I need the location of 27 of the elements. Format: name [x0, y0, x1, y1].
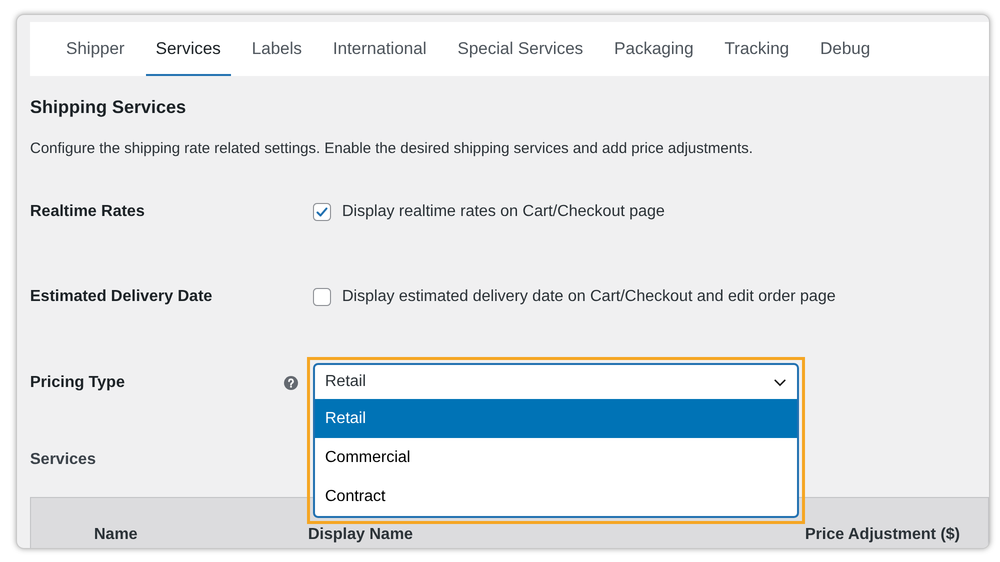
dropdown-option[interactable]: Retail: [315, 399, 797, 438]
tab[interactable]: Debug: [810, 22, 880, 76]
column-header: Display Name: [308, 526, 413, 544]
setting-label: Realtime Rates: [30, 203, 145, 221]
tab[interactable]: Services: [146, 22, 231, 76]
section-description: Configure the shipping rate related settings. Enable the desired shipping services and add price adjustments.: [30, 139, 754, 159]
column-header: Name: [94, 526, 138, 544]
tab[interactable]: International: [322, 22, 436, 76]
section-heading: Shipping Services: [30, 96, 186, 118]
tab[interactable]: Packaging: [604, 22, 704, 76]
help-icon[interactable]: [284, 376, 298, 390]
setting-label: Pricing Type: [30, 374, 125, 392]
setting-label: Estimated Delivery Date: [30, 288, 212, 306]
checkbox-label[interactable]: Display realtime rates on Cart/Checkout page: [342, 203, 665, 221]
dropdown-option[interactable]: Commercial: [315, 438, 797, 477]
tab[interactable]: Special Services: [447, 22, 594, 76]
checkbox[interactable]: [313, 288, 331, 306]
chevron-down-icon: [773, 378, 787, 386]
tab[interactable]: Labels: [242, 22, 312, 76]
dropdown-option[interactable]: Contract: [315, 477, 797, 516]
column-header: Price Adjustment ($): [805, 526, 960, 544]
select-field[interactable]: Retail: [315, 365, 797, 399]
checkbox[interactable]: [313, 203, 331, 221]
checkbox-label[interactable]: Display estimated delivery date on Cart/Checkout and edit order page: [342, 288, 836, 306]
tab[interactable]: Tracking: [714, 22, 800, 76]
services-heading: Services: [30, 451, 96, 469]
tab[interactable]: Shipper: [56, 22, 135, 76]
